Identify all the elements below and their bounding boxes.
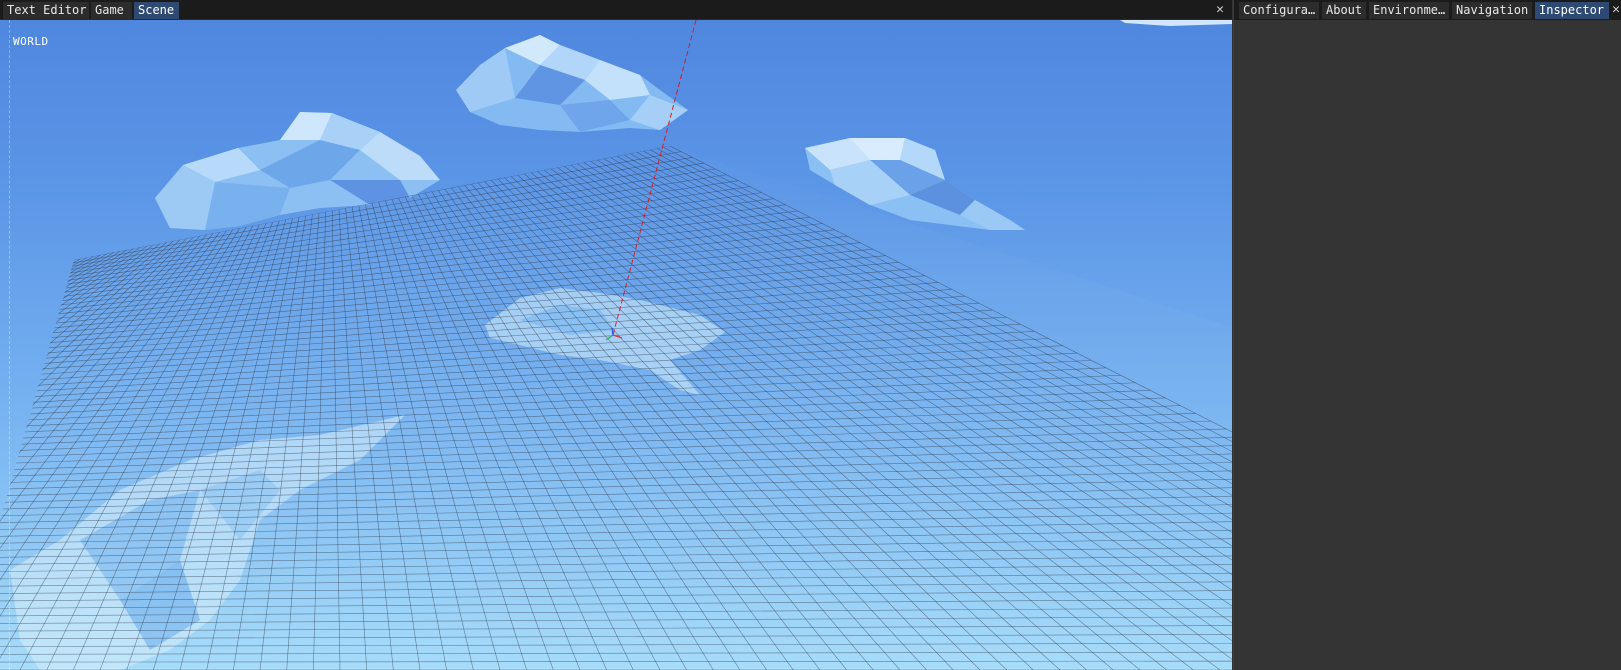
cloud-top-center [456,35,688,132]
inspector-panel [1234,20,1621,670]
tab-text-editor[interactable]: Text Editor [3,2,89,19]
tab-navigation[interactable]: Navigation [1452,2,1532,19]
viewport-world-label: WORLD [13,35,49,48]
scene-dock-tabbar: Text Editor Game Scene ✕ [0,0,1232,20]
editor-window: Text Editor Game Scene ✕ WORLD Configura… [0,0,1621,670]
cloud-top-right [1120,20,1232,26]
tab-scene[interactable]: Scene [134,2,179,19]
inspector-dock-tabbar: Configura… About Environme… Navigation I… [1234,0,1621,20]
close-icon[interactable]: ✕ [1610,1,1621,19]
viewport-guide-line [9,20,10,670]
tab-about[interactable]: About [1322,2,1366,19]
tab-environment[interactable]: Environme… [1369,2,1449,19]
tab-inspector[interactable]: Inspector [1535,2,1609,19]
scene-dock: Text Editor Game Scene ✕ WORLD [0,0,1232,670]
tab-game[interactable]: Game [91,2,132,19]
scene-viewport[interactable]: WORLD [0,20,1232,670]
tab-configuration[interactable]: Configura… [1239,2,1319,19]
inspector-dock: Configura… About Environme… Navigation I… [1233,0,1621,670]
close-icon[interactable]: ✕ [1212,1,1228,19]
scene-render [0,20,1232,670]
